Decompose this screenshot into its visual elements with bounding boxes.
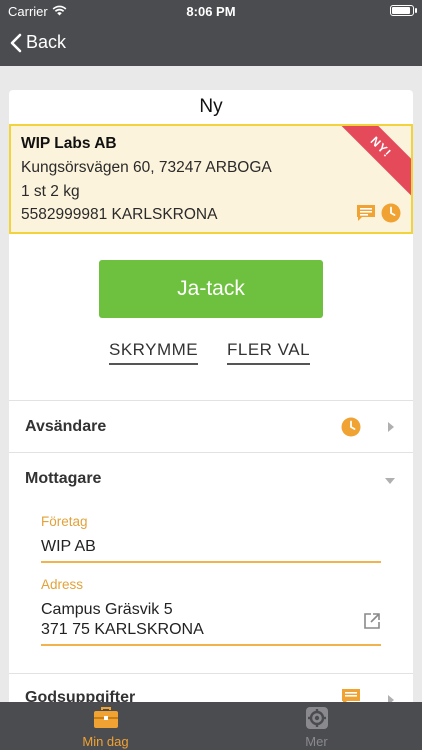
tab-mer[interactable]: Mer xyxy=(211,702,422,750)
adress-line-2: 371 75 KARLSKRONA xyxy=(41,621,204,638)
briefcase-icon xyxy=(94,707,118,728)
mottagare-label: Mottagare xyxy=(25,470,102,487)
ja-tack-button[interactable]: Ja-tack xyxy=(99,260,323,318)
avsandare-label: Avsändare xyxy=(25,418,107,435)
shipment-package: 1 st 2 kg xyxy=(21,183,80,200)
shipment-summary[interactable]: WIP Labs AB Kungsörsvägen 60, 73247 ARBO… xyxy=(9,124,413,234)
shipment-icons xyxy=(356,203,401,223)
adress-label: Adress xyxy=(41,577,84,592)
tab-bar: Min dag Mer xyxy=(0,702,422,750)
section-mottagare[interactable]: Mottagare xyxy=(9,452,413,504)
chevron-right-icon xyxy=(388,422,394,432)
clock-icon xyxy=(341,417,361,437)
section-godsuppgifter[interactable]: Godsuppgifter xyxy=(9,673,413,702)
foretag-value: WIP AB xyxy=(41,538,96,555)
tab-min-dag-label: Min dag xyxy=(82,734,129,749)
back-label: Back xyxy=(26,32,67,52)
section-avsandare[interactable]: Avsändare xyxy=(9,400,413,452)
card-title: Ny xyxy=(199,96,223,117)
chevron-down-icon xyxy=(385,478,395,484)
back-button[interactable]: Back xyxy=(10,32,66,53)
shipment-address: Kungsörsvägen 60, 73247 ARBOGA xyxy=(21,159,272,176)
message-icon xyxy=(357,205,375,221)
shipment-company: WIP Labs AB xyxy=(21,135,117,152)
clock-icon xyxy=(381,203,401,223)
foretag-field[interactable]: Företag WIP AB xyxy=(41,514,381,563)
foretag-input[interactable]: WIP AB xyxy=(41,537,381,563)
adress-field[interactable]: Adress Campus Gräsvik 5 371 75 KARLSKRON… xyxy=(41,577,381,646)
open-external-icon[interactable] xyxy=(363,612,381,630)
chevron-left-icon xyxy=(10,33,22,52)
godsuppgifter-label: Godsuppgifter xyxy=(25,689,136,702)
gear-icon xyxy=(306,707,328,729)
adress-input[interactable]: Campus Gräsvik 5 371 75 KARLSKRONA xyxy=(41,600,381,646)
adress-line-1: Campus Gräsvik 5 xyxy=(41,601,173,618)
battery-icon xyxy=(390,5,417,16)
skrymme-button[interactable]: SKRYMME xyxy=(109,340,199,365)
chevron-right-icon xyxy=(388,695,394,702)
clock-time: 8:06 PM xyxy=(186,4,236,19)
navigation-bar: Back xyxy=(0,22,422,66)
pickup-card: Ny WIP Labs AB Kungsörsvägen 60, 73247 A… xyxy=(9,90,413,702)
tab-mer-label: Mer xyxy=(305,734,328,749)
shipment-reference: 5582999981 KARLSKRONA xyxy=(21,206,218,223)
status-bar: Carrier 8:06 PM xyxy=(0,0,422,22)
fler-val-button[interactable]: FLER VAL xyxy=(227,340,311,365)
foretag-label: Företag xyxy=(41,514,88,529)
tab-min-dag[interactable]: Min dag xyxy=(0,702,211,750)
message-icon xyxy=(342,689,360,702)
new-badge: NY! xyxy=(329,126,411,199)
